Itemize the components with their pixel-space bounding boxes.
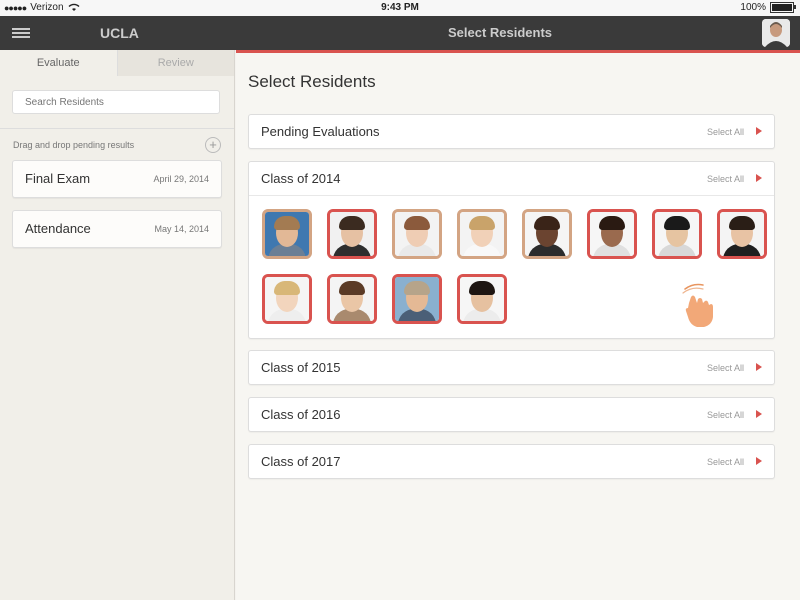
resident-avatar[interactable] xyxy=(717,209,767,259)
pending-result-name: Final Exam xyxy=(25,171,91,186)
status-bar: ●●●●● Verizon 9:43 PM 100% xyxy=(0,0,800,16)
pending-result-date: May 14, 2014 xyxy=(154,224,209,234)
resident-avatar[interactable] xyxy=(522,209,572,259)
group-header[interactable]: Class of 2017 Select All xyxy=(249,445,774,478)
select-all-button[interactable]: Select All xyxy=(707,127,744,137)
group-header[interactable]: Class of 2015 Select All xyxy=(249,351,774,384)
resident-avatar[interactable] xyxy=(262,274,312,324)
app-title: UCLA xyxy=(100,25,139,41)
pending-result-date: April 29, 2014 xyxy=(153,174,209,184)
sidebar: Evaluate Review Drag and drop pending re… xyxy=(0,50,235,600)
select-all-button[interactable]: Select All xyxy=(707,457,744,467)
arrow-right-icon[interactable] xyxy=(756,410,762,418)
pending-result-name: Attendance xyxy=(25,221,91,236)
resident-avatar[interactable] xyxy=(392,274,442,324)
group-title: Class of 2014 xyxy=(261,171,341,186)
menu-icon[interactable] xyxy=(12,28,30,38)
resident-avatars xyxy=(249,195,774,338)
page-title: Select Residents xyxy=(248,72,376,91)
group-class-2014: Class of 2014 Select All xyxy=(248,161,775,339)
divider xyxy=(0,128,234,129)
hand-drag-icon xyxy=(682,283,713,327)
resident-avatar[interactable] xyxy=(327,274,377,324)
tab-review[interactable]: Review xyxy=(116,50,234,76)
group-class-2016: Class of 2016 Select All xyxy=(248,397,775,432)
navbar: UCLA Select Residents xyxy=(0,16,800,50)
group-header[interactable]: Class of 2016 Select All xyxy=(249,398,774,431)
main-panel: Select Residents Pending Evaluations Sel… xyxy=(236,50,800,600)
group-title: Class of 2015 xyxy=(261,360,341,375)
arrow-right-icon[interactable] xyxy=(756,457,762,465)
resident-avatar[interactable] xyxy=(262,209,312,259)
pending-result-card[interactable]: Attendance May 14, 2014 xyxy=(12,210,222,248)
arrow-right-icon[interactable] xyxy=(756,363,762,371)
arrow-right-icon[interactable] xyxy=(756,174,762,182)
pending-result-card[interactable]: Final Exam April 29, 2014 xyxy=(12,160,222,198)
arrow-right-icon[interactable] xyxy=(756,127,762,135)
add-icon[interactable]: + xyxy=(205,137,221,153)
resident-avatar[interactable] xyxy=(652,209,702,259)
resident-avatar[interactable] xyxy=(457,209,507,259)
group-header[interactable]: Pending Evaluations Select All xyxy=(249,115,774,148)
resident-avatar[interactable] xyxy=(587,209,637,259)
tab-evaluate[interactable]: Evaluate xyxy=(0,50,117,76)
battery-percent: 100% xyxy=(740,2,766,13)
group-title: Pending Evaluations xyxy=(261,124,380,139)
group-title: Class of 2016 xyxy=(261,407,341,422)
search-input[interactable] xyxy=(12,90,220,114)
group-header[interactable]: Class of 2014 Select All xyxy=(249,162,774,195)
resident-avatar[interactable] xyxy=(457,274,507,324)
nav-title: Select Residents xyxy=(447,25,553,40)
group-title: Class of 2017 xyxy=(261,454,341,469)
drag-instructions: Drag and drop pending results xyxy=(13,140,135,150)
group-pending-evaluations: Pending Evaluations Select All xyxy=(248,114,775,149)
clock: 9:43 PM xyxy=(381,2,419,13)
battery-icon xyxy=(770,2,796,13)
user-avatar[interactable] xyxy=(762,19,790,47)
resident-avatar[interactable] xyxy=(392,209,442,259)
group-class-2017: Class of 2017 Select All xyxy=(248,444,775,479)
accent-bar xyxy=(236,50,800,53)
sidebar-tabs: Evaluate Review xyxy=(0,50,234,76)
group-class-2015: Class of 2015 Select All xyxy=(248,350,775,385)
select-all-button[interactable]: Select All xyxy=(707,174,744,184)
resident-avatar[interactable] xyxy=(327,209,377,259)
select-all-button[interactable]: Select All xyxy=(707,363,744,373)
select-all-button[interactable]: Select All xyxy=(707,410,744,420)
